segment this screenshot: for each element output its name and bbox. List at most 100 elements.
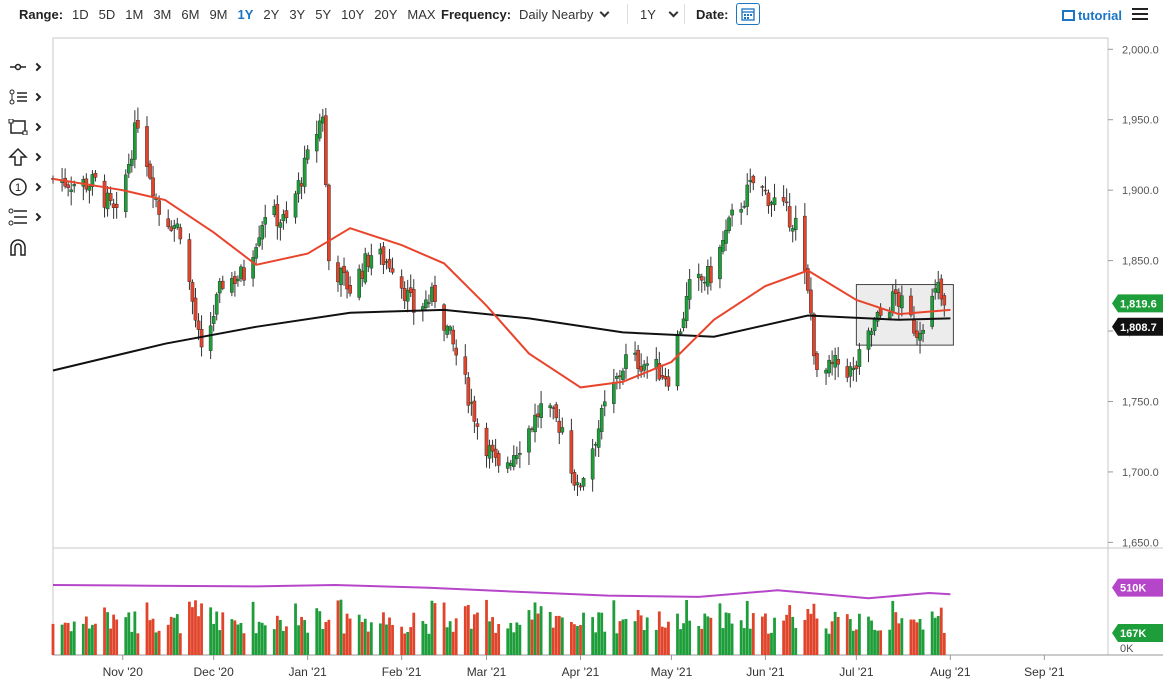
candle-body [275,203,280,227]
candle-body [742,206,747,208]
volume-bar [379,623,382,655]
volume-bar [491,617,494,655]
candle-body [897,292,901,307]
volume-bar [591,617,595,655]
volume-bar [554,615,558,655]
volume-bar [485,599,488,655]
volume-bar [657,611,661,655]
candle-body [505,462,510,469]
volume-bar [363,618,367,655]
volume-bar [803,619,807,655]
y-tick-label: 1,900.0 [1122,185,1159,197]
candle-body [824,369,828,374]
volume-bar [642,630,646,655]
candle-body [321,116,325,124]
candle-body [421,306,425,311]
volume-bar [275,615,279,655]
volume-bar [888,629,892,655]
x-tick-label: Apr '21 [562,665,600,679]
candle-body [718,247,722,280]
candle-body [399,276,404,289]
candle-body [299,183,304,187]
volume-bar [200,603,203,655]
x-tick-label: Dec '20 [194,665,235,679]
candle-body [305,149,310,160]
volume-bar [679,629,682,655]
volume-bar [824,628,828,655]
candle-body [739,209,743,213]
volume-bar [600,612,604,655]
candle-body [63,177,67,187]
candle-body [590,448,595,480]
volume-bar [406,632,410,655]
candle-body [857,349,862,367]
candle-body [836,359,840,365]
volume-bar [212,623,216,655]
volume-bar [582,612,585,655]
candle-body [169,226,174,231]
volume-bar [557,615,561,655]
volume-bar [727,613,731,655]
volume-bar [851,630,855,655]
candle-body [512,455,516,467]
volume-bar [51,623,55,655]
candle-body [433,284,437,302]
volume-bar [815,618,819,655]
candle-body [678,331,683,334]
volume-bar [570,621,573,655]
candle-body [936,281,941,293]
candle-body [157,200,161,215]
volume-bar [421,621,425,655]
volume-bar [124,617,128,655]
candle-body [815,353,819,370]
x-tick-label: May '21 [651,665,693,679]
candle-body [424,299,428,309]
volume-bar [388,617,391,655]
volume-bar [660,626,664,655]
candle-body [233,276,237,284]
candle-body [136,120,140,129]
x-tick-label: Sep '21 [1024,665,1065,679]
y-tick-label: 1,750.0 [1122,396,1159,408]
candle-body [706,266,710,287]
candle-body [178,227,183,240]
volume-bar [709,617,713,655]
x-tick-label: Jan '21 [288,665,327,679]
volume-bar [157,630,161,655]
candle-body [784,201,789,204]
volume-bar [867,616,870,655]
volume-bar [191,607,194,655]
candle-body [918,333,922,341]
volume-bar [770,632,773,655]
candle-body [69,189,73,192]
volume-bar [385,624,388,655]
volume-bar [836,616,840,655]
volume-bar [785,614,789,655]
volume-bar [518,624,522,655]
volume-bar [494,632,498,655]
candle-body [175,223,180,228]
volume-bar [539,606,543,655]
candle-body [602,401,607,407]
volume-bar [879,630,883,655]
candle-body [593,444,598,446]
candle-body [378,248,383,255]
volume-bar [942,632,946,655]
price-chart[interactable]: 2,000.01,950.01,900.01,850.01,800.01,750… [0,0,1170,691]
volume-bar [667,621,670,655]
volume-bar [527,610,531,655]
candle-body [123,174,128,212]
volume-bar [830,621,834,655]
candle-body [633,352,637,355]
candle-body [724,229,728,244]
candle-body [781,197,786,202]
volume-bar [103,607,106,655]
volume-bar [315,608,319,655]
candle-body [890,291,895,313]
volume-bar [533,602,537,655]
candle-body [284,210,289,219]
volume-bar [257,621,261,655]
volume-average-label: 510K [1120,583,1146,595]
candle-body [596,428,601,448]
volume-bar [751,613,755,655]
